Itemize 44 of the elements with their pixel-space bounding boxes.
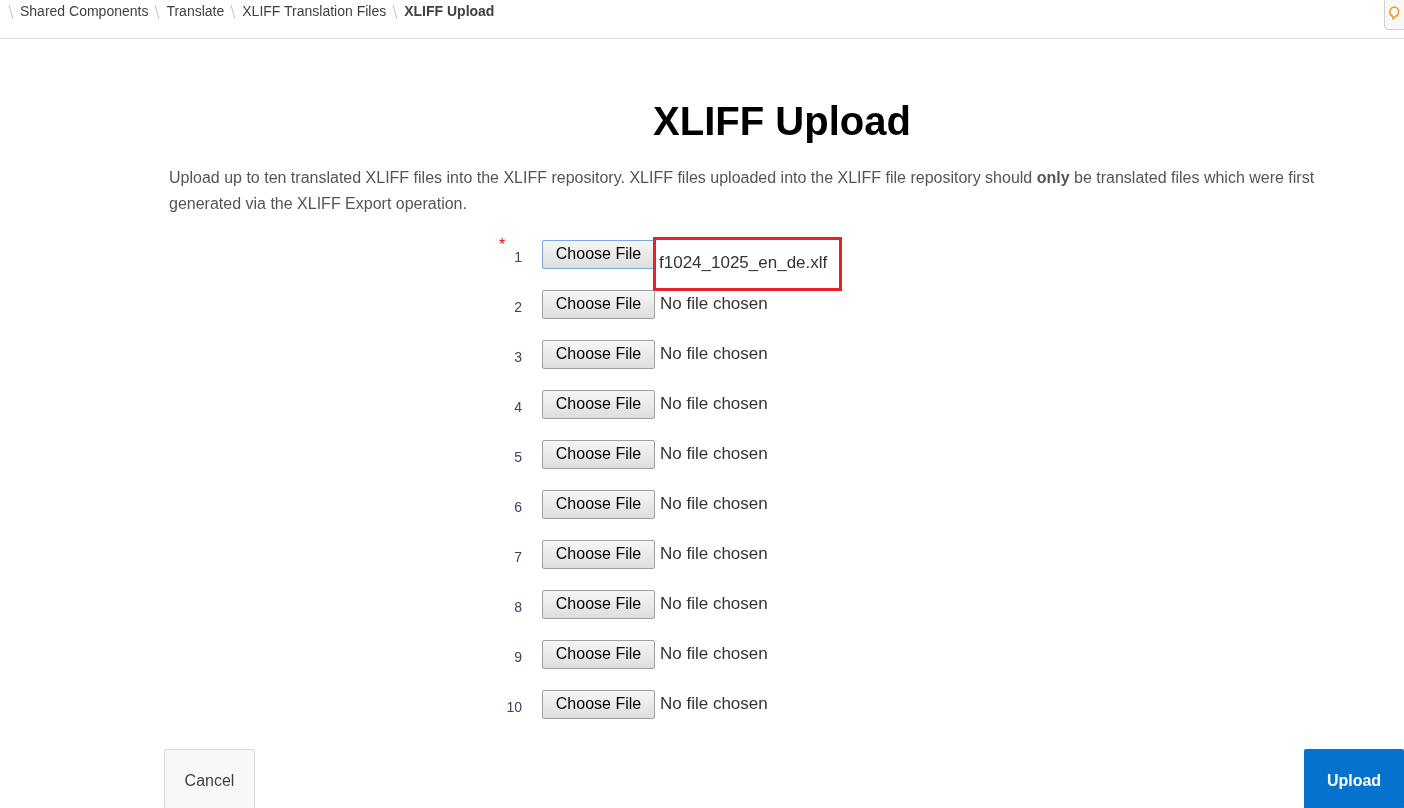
breadcrumb-separator-icon [154,3,161,20]
breadcrumb-separator-icon [392,3,399,20]
breadcrumb-link[interactable]: XLIFF Translation Files [242,1,387,22]
file-status: No file chosen [660,443,768,466]
breadcrumb-link[interactable]: XLIFF Upload [404,1,495,22]
description: Upload up to ten translated XLIFF files into the XLIFF repository. XLIFF files uploaded into the XLIFF file repository should only be translated files which were first generated via the XLIFF Export operation. [169,168,1316,214]
row-number: 2 [514,298,522,317]
file-status: No file chosen [660,493,768,516]
choose-file-button[interactable]: Choose File [542,339,655,369]
choose-file-button[interactable]: Choose File [542,489,655,519]
choose-file-button[interactable]: Choose File [542,589,655,619]
page-title: XLIFF Upload [652,98,912,145]
choose-file-button[interactable]: Choose File [542,389,655,419]
file-status: No file chosen [660,593,768,616]
row-number: 5 [514,448,522,467]
choose-file-button[interactable]: Choose File [542,239,655,269]
row-number: 7 [514,548,522,567]
breadcrumb-link[interactable]: Translate [166,1,225,22]
file-status: No file chosen [660,643,768,666]
row-number: 4 [514,398,522,417]
row-number: 3 [514,348,522,367]
breadcrumb-separator-icon [8,3,14,20]
cancel-button[interactable]: Cancel [164,749,255,808]
breadcrumb-separator-icon [230,3,237,20]
upload-button[interactable]: Upload [1304,749,1404,808]
choose-file-button[interactable]: Choose File [542,639,655,669]
file-status: No file chosen [660,693,768,716]
row-number: 1 [514,248,522,267]
choose-file-button[interactable]: Choose File [542,289,655,319]
required-mark: * [499,235,506,255]
breadcrumb-link[interactable]: Shared Components [20,1,149,22]
file-status: No file chosen [660,293,768,316]
row-number: 6 [514,498,522,517]
file-status: No file chosen [660,343,768,366]
choose-file-button[interactable]: Choose File [542,539,655,569]
row-number: 10 [506,698,522,717]
speech-bubble-icon [1389,6,1401,20]
row-number: 9 [514,648,522,667]
file-status: No file chosen [660,543,768,566]
file-name: f1024_1025_en_de.xlf [653,237,843,291]
row-number: 8 [514,598,522,617]
choose-file-button[interactable]: Choose File [542,689,655,719]
choose-file-button[interactable]: Choose File [542,439,655,469]
file-status: No file chosen [660,393,768,416]
